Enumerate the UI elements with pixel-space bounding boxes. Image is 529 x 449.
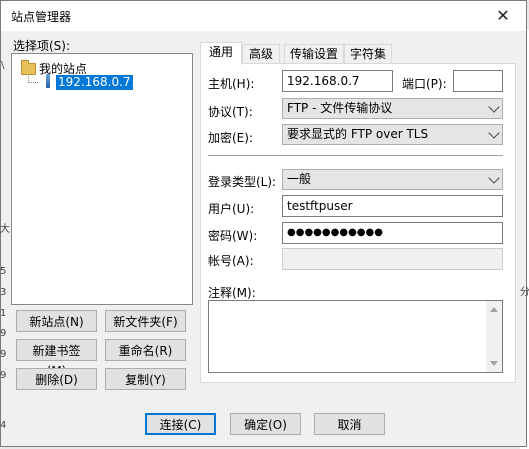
bg-fragment: 9 — [0, 370, 7, 381]
encryption-select-value: 要求显式的 FTP over TLS — [287, 127, 429, 141]
tree-connector — [28, 82, 38, 83]
new-site-button[interactable]: 新站点(N) — [16, 310, 97, 332]
bg-fragment: 4 — [0, 420, 7, 431]
host-label: 主机(H): — [208, 77, 255, 91]
password-input[interactable]: ●●●●●●●●●●● — [282, 222, 503, 244]
select-entry-label: 选择项(S): — [13, 39, 71, 53]
folder-icon — [21, 60, 36, 75]
tab-transfer-settings[interactable]: 传输设置 — [284, 44, 344, 64]
new-bookmark-button[interactable]: 新建书签(M) — [16, 339, 97, 378]
user-label: 用户(U): — [208, 202, 255, 216]
chevron-down-icon — [488, 101, 500, 113]
ok-button[interactable]: 确定(O) — [230, 413, 301, 435]
rename-button[interactable]: 重命名(R) — [105, 339, 186, 361]
tab-general[interactable]: 通用 — [200, 42, 242, 65]
bg-fragment: 分 — [520, 287, 529, 298]
logon-type-select-value: 一般 — [287, 172, 312, 186]
logon-type-label: 登录类型(L): — [208, 175, 277, 189]
host-input[interactable]: 192.168.0.7 — [282, 70, 393, 92]
scroll-up-icon[interactable] — [490, 307, 498, 312]
new-folder-button[interactable]: 新文件夹(F) — [105, 310, 186, 332]
tab-charset[interactable]: 字符集 — [344, 44, 392, 64]
bg-fragment: 5 — [0, 266, 7, 277]
protocol-select-value: FTP - 文件传输协议 — [287, 101, 393, 115]
cancel-button[interactable]: 取消 — [314, 413, 385, 435]
encryption-label: 加密(E): — [208, 131, 253, 145]
scroll-down-icon[interactable] — [490, 361, 498, 366]
window-title: 站点管理器 — [11, 10, 72, 24]
logon-type-select[interactable]: 一般 — [282, 169, 503, 190]
password-label: 密码(W): — [208, 229, 258, 243]
port-input[interactable] — [453, 70, 503, 92]
divider — [208, 155, 503, 156]
comments-label: 注释(M): — [208, 286, 256, 300]
protocol-select[interactable]: FTP - 文件传输协议 — [282, 98, 503, 119]
general-tab-panel: 主机(H): 192.168.0.7 端口(P): 协议(T): FTP - 文… — [200, 63, 516, 383]
bg-fragment: 9 — [0, 349, 7, 360]
account-label: 帐号(A): — [208, 254, 254, 268]
bg-fragment: \ — [1, 60, 5, 71]
port-label: 端口(P): — [402, 77, 447, 91]
server-icon — [46, 74, 50, 88]
bg-fragment: 1 — [0, 308, 7, 319]
site-manager-dialog: 站点管理器 ✕ 选择项(S): 我的站点 192.168.0.7 新站点(N) … — [0, 0, 527, 447]
tab-advanced[interactable]: 高级 — [242, 44, 280, 64]
encryption-select[interactable]: 要求显式的 FTP over TLS — [282, 124, 503, 145]
delete-button[interactable]: 删除(D) — [16, 368, 97, 390]
tree-item-site[interactable]: 192.168.0.7 — [56, 75, 133, 90]
connect-button[interactable]: 连接(C) — [145, 413, 216, 435]
titlebar: 站点管理器 ✕ — [1, 1, 526, 31]
user-input[interactable]: testftpuser — [282, 195, 503, 217]
site-tree[interactable]: 我的站点 192.168.0.7 — [11, 53, 193, 305]
copy-button[interactable]: 复制(Y) — [105, 368, 186, 390]
bg-fragment: 大 — [0, 224, 10, 235]
bg-fragment: 9 — [0, 328, 7, 339]
chevron-down-icon — [488, 127, 500, 139]
comments-scrollbar[interactable] — [486, 301, 502, 372]
account-input — [282, 248, 503, 270]
comments-textarea[interactable] — [208, 300, 503, 373]
chevron-down-icon — [488, 172, 500, 184]
protocol-label: 协议(T): — [208, 105, 253, 119]
close-icon[interactable]: ✕ — [486, 2, 520, 30]
bg-fragment: 3 — [0, 287, 7, 298]
